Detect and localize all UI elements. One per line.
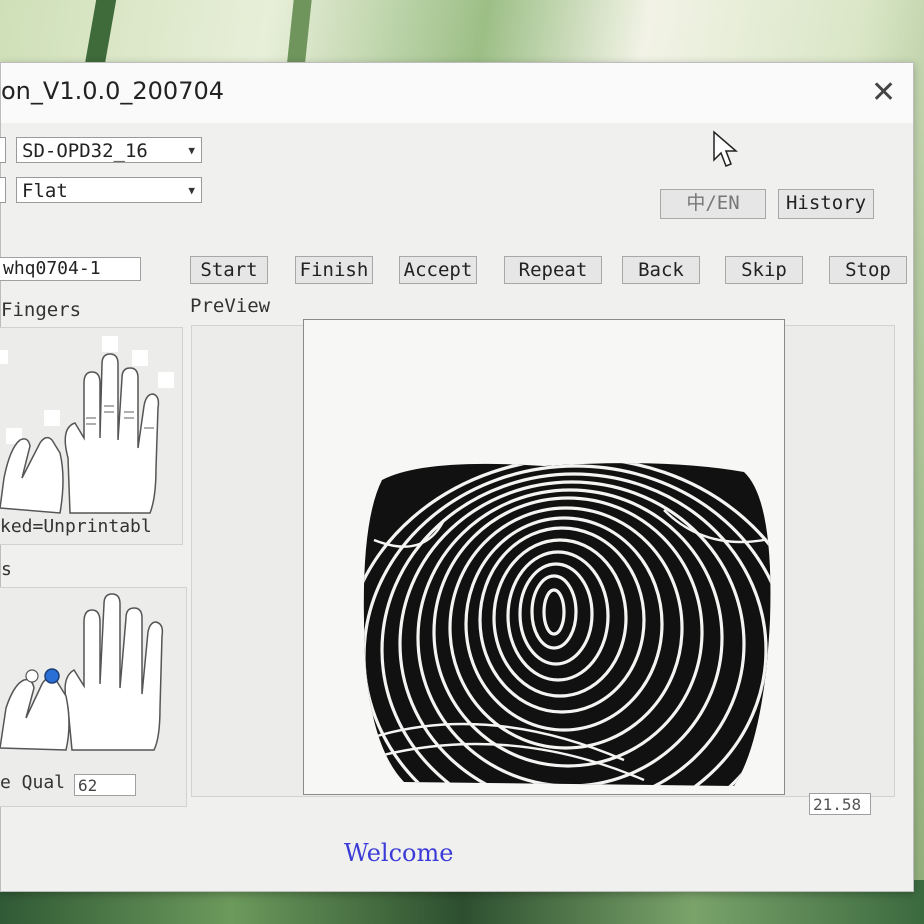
selected-finger-dot <box>44 668 60 684</box>
fingers-legend-caption: ked=Unprintabl <box>0 516 152 537</box>
left-combo-stub[interactable] <box>0 137 6 163</box>
chevron-down-icon: ▼ <box>188 184 195 197</box>
quality-label: e Qual <box>0 772 66 793</box>
fingers-panel-title: Fingers <box>1 299 82 321</box>
start-button[interactable]: Start <box>190 256 268 284</box>
repeat-button[interactable]: Repeat <box>504 256 602 284</box>
finger-marker <box>0 350 8 364</box>
left-combo-stub[interactable] <box>0 177 6 203</box>
back-button[interactable]: Back <box>622 256 700 284</box>
accept-button[interactable]: Accept <box>399 256 477 284</box>
mode-select-value: Flat <box>22 180 68 202</box>
chevron-down-icon: ▼ <box>188 144 195 157</box>
quality-value-field: 62 <box>74 774 136 796</box>
finger-marker <box>158 372 174 388</box>
finger-dot <box>25 669 39 683</box>
history-button[interactable]: History <box>778 189 874 219</box>
score-field: 21.58 <box>809 793 871 815</box>
close-icon[interactable]: ✕ <box>871 75 896 110</box>
id-input[interactable]: whq0704-1 <box>0 257 141 281</box>
finger-marker <box>44 410 60 426</box>
app-window: on_V1.0.0_200704 ✕ SD-OPD32_16 ▼ Flat ▼ … <box>0 62 914 892</box>
language-toggle-button[interactable]: 中/EN <box>660 189 766 219</box>
quality-panel-title: s <box>1 559 12 580</box>
skip-button[interactable]: Skip <box>725 256 803 284</box>
finger-marker <box>132 350 148 366</box>
status-message: Welcome <box>344 839 454 867</box>
title-bar: on_V1.0.0_200704 ✕ <box>1 63 913 123</box>
mouse-cursor-icon <box>713 130 739 167</box>
device-select-value: SD-OPD32_16 <box>22 140 148 162</box>
fingers-panel: ked=Unprintabl <box>0 327 183 545</box>
current-finger-diagram <box>0 593 164 751</box>
finish-button[interactable]: Finish <box>295 256 373 284</box>
hands-diagram <box>0 336 174 514</box>
window-title: on_V1.0.0_200704 <box>1 77 224 105</box>
fingerprint-image <box>363 463 771 786</box>
stop-button[interactable]: Stop <box>829 256 907 284</box>
finger-marker <box>102 336 118 352</box>
mode-select[interactable]: Flat ▼ <box>16 177 202 203</box>
preview-label: PreView <box>190 295 271 317</box>
fingerprint-preview <box>303 319 785 795</box>
device-select[interactable]: SD-OPD32_16 ▼ <box>16 137 202 163</box>
quality-panel: e Qual 62 <box>0 587 187 807</box>
